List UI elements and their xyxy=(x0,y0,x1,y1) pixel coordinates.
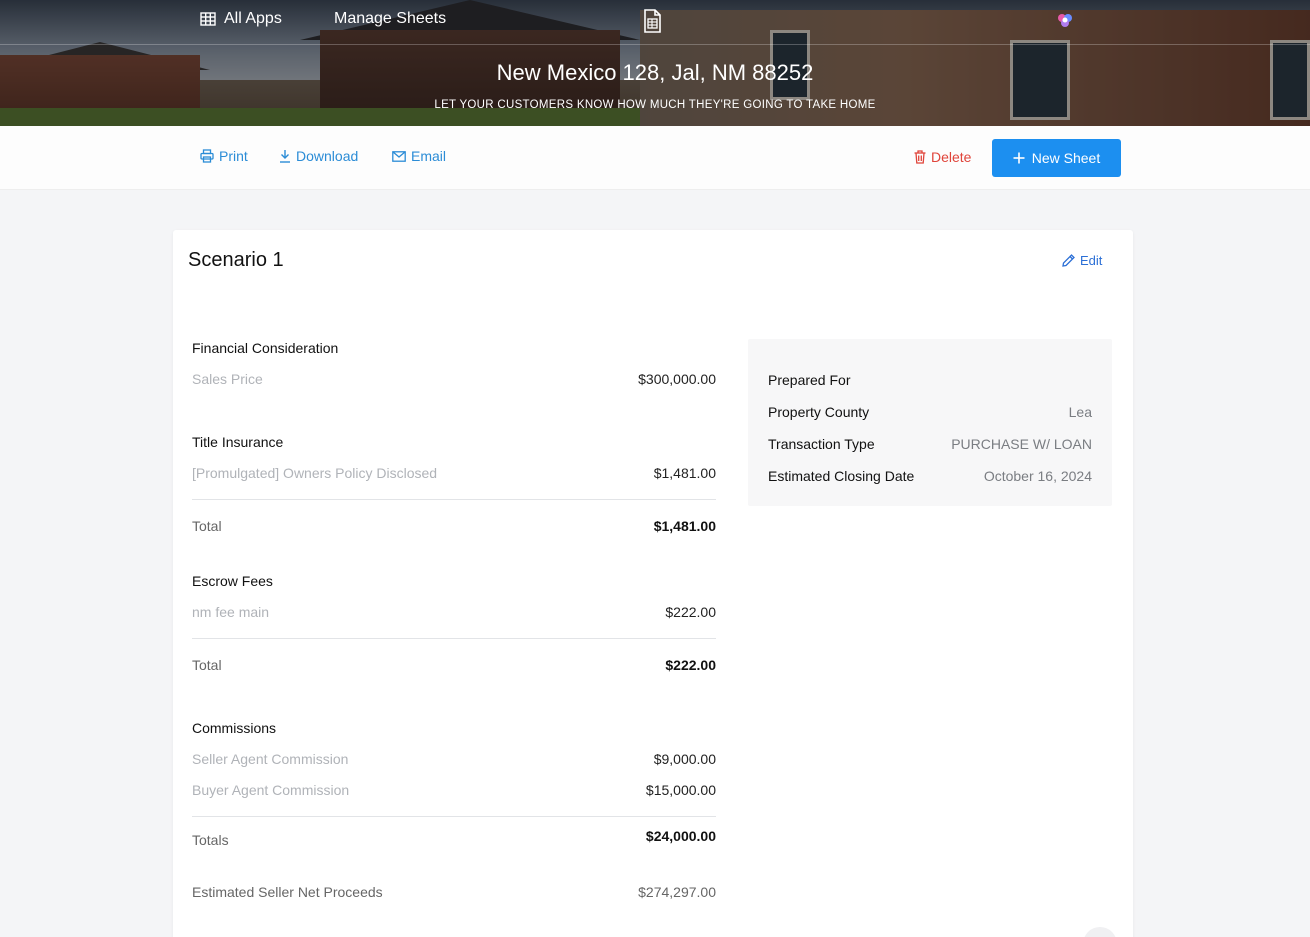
download-button[interactable]: Download xyxy=(279,148,358,164)
line-item-owners-policy: [Promulgated] Owners Policy Disclosed $1… xyxy=(192,465,716,481)
net-proceeds: Estimated Seller Net Proceeds $274,297.0… xyxy=(192,884,716,900)
line-item-label: Buyer Agent Commission xyxy=(192,782,350,798)
email-button[interactable]: Email xyxy=(392,148,446,164)
line-item-value: $9,000.00 xyxy=(653,751,716,767)
total-label: Total xyxy=(192,657,222,673)
line-item-value: $222.00 xyxy=(665,604,716,620)
action-toolbar: Print Download Email Delete New Sheet xyxy=(0,126,1310,190)
manage-sheets-label: Manage Sheets xyxy=(334,10,447,27)
total-value: $222.00 xyxy=(665,657,716,673)
email-label: Email xyxy=(411,148,447,164)
divider xyxy=(192,499,716,500)
line-item-seller-commission: Seller Agent Commission $9,000.00 xyxy=(192,751,716,767)
line-item-sales-price: Sales Price $300,000.00 xyxy=(192,371,716,387)
manage-sheets-link[interactable]: Manage Sheets xyxy=(334,10,446,28)
info-label: Prepared For xyxy=(768,372,851,388)
info-value: PURCHASE W/ LOAN xyxy=(951,436,1092,452)
escrow-total: Total $222.00 xyxy=(192,657,716,673)
grid-icon xyxy=(200,12,216,26)
envelope-icon xyxy=(392,150,406,162)
commissions-heading: Commissions xyxy=(192,720,277,736)
info-transaction-type: Transaction Type PURCHASE W/ LOAN xyxy=(768,436,1092,452)
sheet-app-logo[interactable] xyxy=(643,9,662,33)
printer-icon xyxy=(200,149,214,163)
divider xyxy=(192,816,716,817)
all-apps-link[interactable]: All Apps xyxy=(200,10,282,28)
all-apps-label: All Apps xyxy=(224,10,282,27)
property-info-panel: Prepared For Property County Lea Transac… xyxy=(748,339,1112,506)
info-property-county: Property County Lea xyxy=(768,404,1092,420)
pencil-icon xyxy=(1062,254,1075,267)
avatar-icon xyxy=(1058,14,1072,27)
divider xyxy=(192,638,716,639)
line-item-value: $15,000.00 xyxy=(645,782,716,798)
line-item-label: nm fee main xyxy=(192,604,270,620)
title-insurance-total: Total $1,481.00 xyxy=(192,518,716,534)
total-label: Totals xyxy=(192,832,229,848)
info-value: October 16, 2024 xyxy=(983,468,1092,484)
info-label: Property County xyxy=(768,404,870,420)
info-prepared-for: Prepared For xyxy=(768,372,1092,388)
line-item-value: $300,000.00 xyxy=(638,371,716,387)
edit-label: Edit xyxy=(1080,253,1103,268)
commissions-total: Totals $24,000.00 xyxy=(192,828,716,848)
net-proceeds-value: $274,297.00 xyxy=(638,884,716,900)
user-avatar[interactable] xyxy=(1055,11,1075,31)
total-value: $1,481.00 xyxy=(653,518,716,534)
new-sheet-label: New Sheet xyxy=(1031,150,1101,166)
line-item-nm-fee: nm fee main $222.00 xyxy=(192,604,716,620)
scenario-card: Scenario 1 Edit Financial Consideration … xyxy=(173,230,1133,937)
nav-divider xyxy=(0,44,1310,45)
print-label: Print xyxy=(219,148,248,164)
download-icon xyxy=(280,150,290,163)
new-sheet-button[interactable]: New Sheet xyxy=(992,139,1121,177)
title-insurance-heading: Title Insurance xyxy=(192,434,284,450)
plus-icon xyxy=(1013,152,1025,164)
trash-icon xyxy=(914,150,926,164)
total-label: Total xyxy=(192,518,222,534)
document-icon xyxy=(644,9,661,33)
property-address: New Mexico 128, Jal, NM 88252 xyxy=(496,60,814,85)
scenario-title: Scenario 1 xyxy=(188,249,284,271)
net-proceeds-label: Estimated Seller Net Proceeds xyxy=(192,884,383,900)
total-value: $24,000.00 xyxy=(645,828,716,844)
hero-tagline: LET YOUR CUSTOMERS KNOW HOW MUCH THEY'RE… xyxy=(434,99,876,111)
financial-heading: Financial Consideration xyxy=(192,340,339,356)
escrow-heading: Escrow Fees xyxy=(192,573,273,589)
delete-button[interactable]: Delete xyxy=(914,149,971,165)
edit-button[interactable]: Edit xyxy=(1062,253,1102,268)
line-item-label: Seller Agent Commission xyxy=(192,751,349,767)
line-item-value: $1,481.00 xyxy=(653,465,716,481)
info-label: Transaction Type xyxy=(768,436,875,452)
line-item-label: Sales Price xyxy=(192,371,263,387)
print-button[interactable]: Print xyxy=(200,148,248,164)
info-value: Lea xyxy=(1068,404,1092,420)
info-label: Estimated Closing Date xyxy=(768,468,915,484)
delete-label: Delete xyxy=(931,149,972,165)
info-closing-date: Estimated Closing Date October 16, 2024 xyxy=(768,468,1092,484)
line-item-buyer-commission: Buyer Agent Commission $15,000.00 xyxy=(192,782,716,798)
download-label: Download xyxy=(296,148,359,164)
line-item-label: [Promulgated] Owners Policy Disclosed xyxy=(192,465,438,481)
